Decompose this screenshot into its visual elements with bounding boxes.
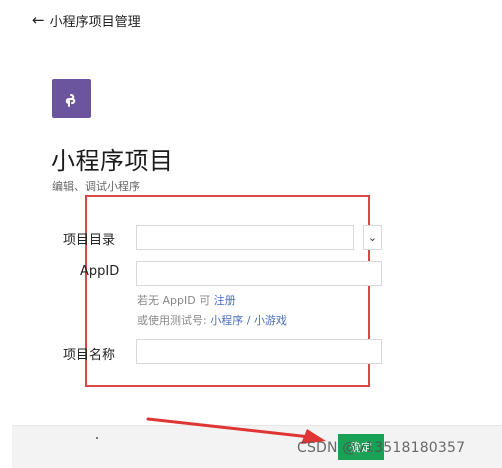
appid-hint-register: 若无 AppID 可 注册 <box>137 292 236 308</box>
directory-dropdown-button[interactable]: ⌄ <box>363 225 382 250</box>
page-title: 小程序项目 <box>51 147 174 175</box>
page-header: ← 小程序项目管理 <box>32 11 141 30</box>
directory-label: 项目目录 <box>63 233 116 248</box>
minigame-test-link[interactable]: 小游戏 <box>254 314 287 327</box>
hint-test-text: 或使用测试号: <box>137 314 207 327</box>
appid-hint-test: 或使用测试号: 小程序 / 小游戏 <box>137 312 287 328</box>
hint-text: 若无 AppID 可 <box>137 294 211 307</box>
footer-dot <box>96 437 98 439</box>
mini-program-icon <box>65 93 75 107</box>
arrow-left-icon[interactable]: ← <box>32 11 45 29</box>
watermark: CSDN @v13518180357 <box>297 440 466 456</box>
name-label: 项目名称 <box>63 348 116 363</box>
miniprogram-test-link[interactable]: 小程序 <box>210 314 243 327</box>
appid-input[interactable] <box>136 261 382 286</box>
header-title: 小程序项目管理 <box>49 14 141 30</box>
project-name-input[interactable] <box>136 339 382 364</box>
directory-input[interactable] <box>136 225 354 250</box>
chevron-down-icon: ⌄ <box>367 231 378 244</box>
register-link[interactable]: 注册 <box>214 294 236 307</box>
page-subtitle: 编辑、调试小程序 <box>52 180 140 193</box>
appid-label: AppID <box>80 264 120 279</box>
hint-separator: / <box>246 314 251 327</box>
mini-program-logo <box>52 79 91 118</box>
